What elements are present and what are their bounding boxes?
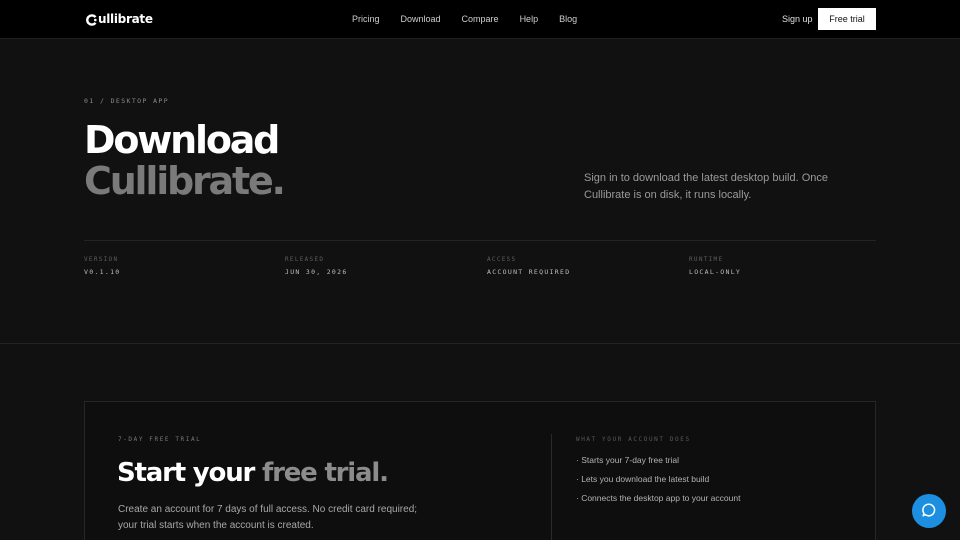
account-features-list: · Starts your 7-day free trial · Lets yo… — [576, 454, 740, 511]
top-navbar: ullibrate Pricing Download Compare Help … — [0, 0, 960, 39]
meta-released: RELEASED JUN 30, 2026 — [285, 256, 348, 276]
meta-divider — [84, 240, 876, 241]
meta-runtime: RUNTIME LOCAL-ONLY — [689, 256, 741, 276]
nav-link-compare[interactable]: Compare — [462, 12, 499, 26]
nav-link-help[interactable]: Help — [520, 12, 539, 26]
meta-released-value: JUN 30, 2026 — [285, 268, 348, 276]
meta-version: VERSION V0.1.10 — [84, 256, 121, 276]
meta-runtime-value: LOCAL-ONLY — [689, 268, 742, 276]
meta-released-label: RELEASED — [285, 256, 325, 263]
page-title: Download Cullibrate. — [84, 118, 286, 203]
free-trial-button[interactable]: Free trial — [818, 8, 876, 30]
list-item: · Starts your 7-day free trial — [576, 455, 679, 465]
nav-link-blog[interactable]: Blog — [559, 12, 577, 26]
nav-link-pricing[interactable]: Pricing — [352, 12, 380, 26]
meta-access-value: ACCOUNT REQUIRED — [487, 268, 571, 276]
list-item: · Lets you download the latest build — [576, 474, 710, 484]
hero-eyebrow: 01 / DESKTOP APP — [84, 97, 170, 105]
section-divider — [0, 343, 960, 344]
trial-title: Start your free trial. — [117, 457, 389, 489]
meta-access: ACCESS ACCOUNT REQUIRED — [487, 256, 570, 276]
meta-access-label: ACCESS — [487, 256, 517, 263]
meta-version-value: V0.1.10 — [84, 268, 121, 276]
cullibrate-logo-icon — [86, 13, 97, 26]
nav-links: Pricing Download Compare Help Blog — [352, 12, 598, 26]
trial-title-muted: free trial. — [262, 458, 389, 488]
sign-up-link[interactable]: Sign up — [782, 12, 813, 26]
logo-text: ullibrate — [98, 12, 153, 26]
chat-button[interactable] — [912, 494, 946, 528]
logo[interactable]: ullibrate — [86, 11, 153, 27]
account-eyebrow: WHAT YOUR ACCOUNT DOES — [576, 436, 691, 443]
trial-eyebrow: 7-DAY FREE TRIAL — [118, 436, 202, 443]
list-item: · Connects the desktop app to your accou… — [576, 493, 741, 503]
page-title-line1: Download — [84, 118, 280, 162]
nav-link-download[interactable]: Download — [401, 12, 441, 26]
meta-version-label: VERSION — [84, 256, 119, 263]
chat-bubble-icon — [921, 502, 937, 521]
page-title-line2: Cullibrate. — [84, 159, 286, 203]
card-divider — [551, 434, 552, 540]
meta-runtime-label: RUNTIME — [689, 256, 724, 263]
trial-body: Create an account for 7 days of full acc… — [118, 504, 418, 531]
hero-subtitle: Sign in to download the latest desktop b… — [584, 172, 828, 201]
trial-title-start: Start your — [117, 458, 262, 488]
